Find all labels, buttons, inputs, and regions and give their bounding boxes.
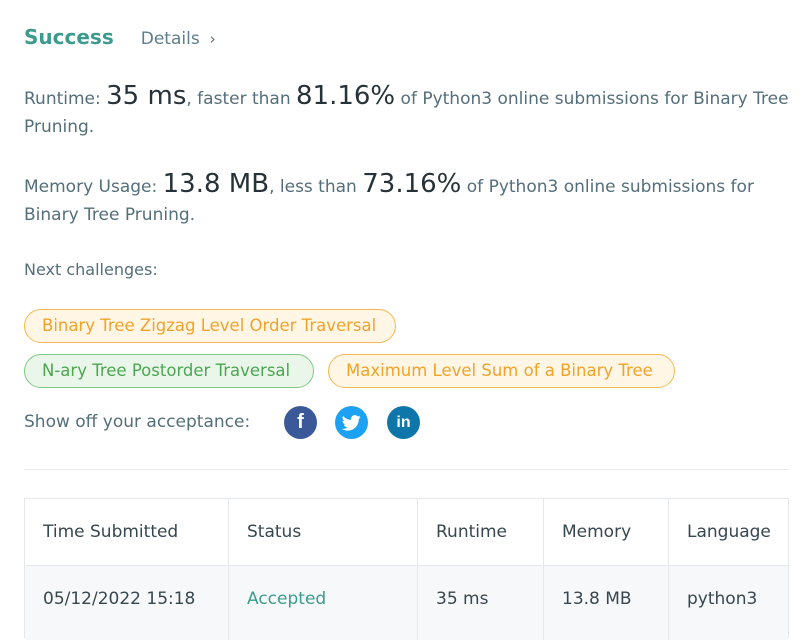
chevron-right-icon: › <box>209 30 216 48</box>
next-challenges-title: Next challenges: <box>24 260 158 279</box>
linkedin-icon[interactable]: in <box>387 406 420 439</box>
header-language: Language <box>687 522 771 542</box>
twitter-icon[interactable] <box>335 406 368 439</box>
table-header-row: Time Submitted Status Runtime Memory Lan… <box>25 499 788 565</box>
details-label[interactable]: Details <box>141 29 200 49</box>
section-divider <box>24 469 789 470</box>
runtime-stat: Runtime: 35 ms, faster than 81.16% of Py… <box>24 82 799 141</box>
memory-stat: Memory Usage: 13.8 MB, less than 73.16% … <box>24 170 799 229</box>
runtime-prefix: Runtime: <box>24 89 107 109</box>
challenge-chip[interactable]: Maximum Level Sum of a Binary Tree <box>328 354 675 388</box>
runtime-middle: , faster than <box>186 89 296 109</box>
accepted-link[interactable]: Accepted <box>247 589 326 609</box>
table-row: 05/12/2022 15:18 Accepted 35 ms 13.8 MB … <box>25 565 788 640</box>
runtime-percent: 81.16% <box>296 81 396 111</box>
memory-value: 13.8 MB <box>162 169 270 199</box>
result-header: Success Details › <box>24 25 216 49</box>
header-status: Status <box>229 499 418 565</box>
cell-status: Accepted <box>229 566 418 640</box>
submissions-table: Time Submitted Status Runtime Memory Lan… <box>24 498 789 640</box>
header-time-submitted: Time Submitted <box>25 499 229 565</box>
cell-language: python3 <box>687 589 758 609</box>
cell-memory: 13.8 MB <box>544 566 669 640</box>
memory-middle: , less than <box>269 177 363 197</box>
memory-percent: 73.16% <box>362 169 462 199</box>
header-memory: Memory <box>544 499 669 565</box>
memory-prefix: Memory Usage: <box>24 177 163 197</box>
status-success: Success <box>24 25 114 49</box>
header-runtime: Runtime <box>418 499 544 565</box>
share-label: Show off your acceptance: <box>24 412 251 432</box>
cell-time-submitted: 05/12/2022 15:18 <box>25 566 229 640</box>
facebook-icon[interactable]: f <box>284 406 317 439</box>
cell-runtime: 35 ms <box>418 566 544 640</box>
challenge-chip[interactable]: Binary Tree Zigzag Level Order Traversal <box>24 309 396 343</box>
runtime-value: 35 ms <box>106 81 187 111</box>
challenge-chip[interactable]: N-ary Tree Postorder Traversal <box>24 354 314 388</box>
details-link[interactable]: Details › <box>141 29 216 49</box>
twitter-bird-glyph <box>342 414 361 431</box>
